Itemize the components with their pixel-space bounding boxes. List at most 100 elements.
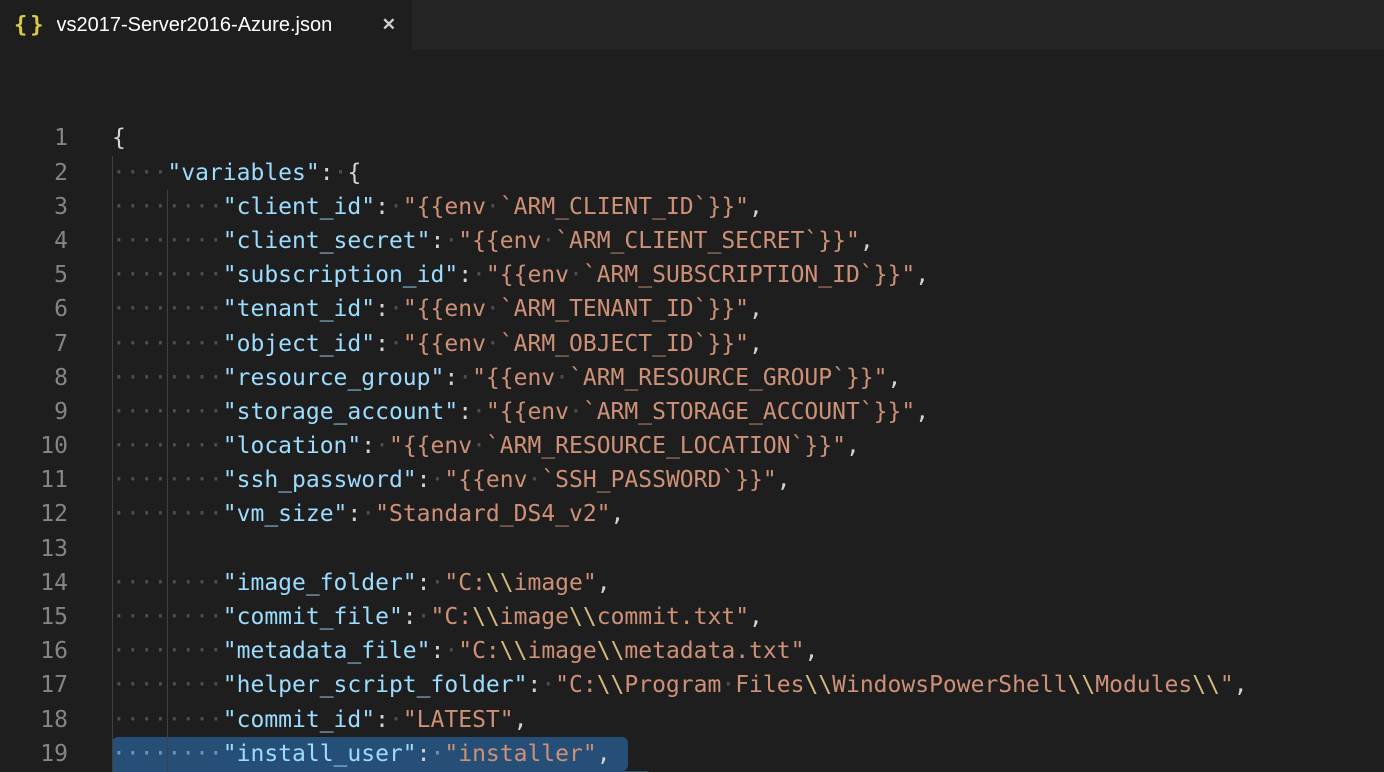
line-number[interactable]: 12 [0,497,68,531]
line-number[interactable]: 2 [0,156,68,190]
code-line[interactable]: 15········"commit_file":·"C:\\image\\com… [0,600,1384,634]
line-number[interactable]: 7 [0,327,68,361]
token-key: "install_user" [223,741,417,767]
code-content[interactable]: ········"subscription_id":·"{{env·`ARM_S… [68,258,1384,292]
token-ws: · [555,365,569,391]
code-line[interactable]: 18········"commit_id":·"LATEST", [0,703,1384,737]
token-str: "C: [431,604,473,630]
line-number[interactable]: 11 [0,463,68,497]
line-number[interactable]: 6 [0,292,68,326]
token-str: "{{env [472,365,555,391]
token-ws: ········ [112,296,223,322]
token-p: : [361,433,375,459]
token-str: "installer" [444,741,596,767]
code-content[interactable]: ········"client_secret":·"{{env·`ARM_CLI… [68,224,1384,258]
line-number[interactable]: 1 [0,121,68,155]
code-content[interactable]: ········"ssh_password":·"{{env·`SSH_PASS… [68,463,1384,497]
code-content[interactable]: ········"commit_file":·"C:\\image\\commi… [68,600,1384,634]
tab-bar: {} vs2017-Server2016-Azure.json ✕ [0,0,1384,50]
token-p: , [749,194,763,220]
code-line[interactable]: 19 ········"install_user":·"installer", [0,737,1384,771]
code-line[interactable]: 17········"helper_script_folder":·"C:\\P… [0,668,1384,702]
token-ws: · [458,365,472,391]
code-content[interactable]: ········"location":·"{{env·`ARM_RESOURCE… [68,429,1384,463]
token-p: : [375,296,389,322]
code-line[interactable]: 2····"variables":·{ [0,156,1384,190]
code-line[interactable]: 6········"tenant_id":·"{{env·`ARM_TENANT… [0,292,1384,326]
token-p: , [611,501,625,527]
token-str: "{{env [458,228,541,254]
token-ws: · [361,501,375,527]
token-str: " [1220,672,1234,698]
code-content[interactable]: ········"storage_account":·"{{env·`ARM_S… [68,395,1384,429]
code-line[interactable]: 16········"metadata_file":·"C:\\image\\m… [0,634,1384,668]
code-content[interactable]: { [68,121,1384,155]
token-str: Files [735,672,804,698]
token-p: : [444,365,458,391]
line-number[interactable]: 9 [0,395,68,429]
indent-guide [167,532,168,566]
code-line[interactable]: 4········"client_secret":·"{{env·`ARM_CL… [0,224,1384,258]
code-content[interactable]: ········"client_id":·"{{env·`ARM_CLIENT_… [68,190,1384,224]
code-content[interactable]: ········"object_id":·"{{env·`ARM_OBJECT_… [68,327,1384,361]
line-number[interactable]: 3 [0,190,68,224]
token-ws: ········ [112,467,223,493]
token-p: : [347,501,361,527]
code-content[interactable]: ········"tenant_id":·"{{env·`ARM_TENANT_… [68,292,1384,326]
code-line[interactable]: 9 ········"storage_account":·"{{env·`ARM_… [0,395,1384,429]
token-str: WindowsPowerShell [832,672,1067,698]
token-p: , [749,296,763,322]
code-content[interactable] [68,532,1384,566]
line-number[interactable]: 10 [0,429,68,463]
tab-file[interactable]: {} vs2017-Server2016-Azure.json ✕ [0,0,412,50]
token-ws: ········ [112,331,223,357]
token-key: "tenant_id" [223,296,375,322]
token-ws: · [417,604,431,630]
code-content[interactable]: ········"install_user":·"installer", [68,737,1384,771]
code-line[interactable]: 8········"resource_group":·"{{env·`ARM_R… [0,361,1384,395]
line-number[interactable]: 18 [0,703,68,737]
token-esc: \\ [486,570,514,596]
line-number[interactable]: 13 [0,532,68,566]
token-str: "{{env [444,467,527,493]
token-str: image [500,604,569,630]
code-line[interactable]: 12········"vm_size":·"Standard_DS4_v2", [0,497,1384,531]
code-line[interactable]: 13 [0,532,1384,566]
token-key: "client_id" [223,194,375,220]
json-file-icon: {} [14,13,47,38]
token-ws: · [486,331,500,357]
token-esc: \\ [804,672,832,698]
line-number[interactable]: 17 [0,668,68,702]
code-content[interactable]: ········"image_folder":·"C:\\image", [68,566,1384,600]
code-line[interactable]: 3········"client_id":·"{{env·`ARM_CLIENT… [0,190,1384,224]
code-line[interactable]: 5········"subscription_id":·"{{env·`ARM_… [0,258,1384,292]
line-number[interactable]: 5 [0,258,68,292]
code-content[interactable]: ········"commit_id":·"LATEST", [68,703,1384,737]
code-line[interactable]: 10········"location":·"{{env·`ARM_RESOUR… [0,429,1384,463]
code-text: ········"storage_account":·"{{env·`ARM_S… [112,399,929,425]
code-content[interactable]: ····"variables":·{ [68,156,1384,190]
line-number[interactable]: 16 [0,634,68,668]
code-line[interactable]: 11········"ssh_password":·"{{env·`SSH_PA… [0,463,1384,497]
code-content[interactable]: ········"metadata_file":·"C:\\image\\met… [68,634,1384,668]
token-key: "client_secret" [223,228,431,254]
code-editor[interactable]: 1{2····"variables":·{3········"client_id… [0,50,1384,772]
code-content[interactable]: ········"helper_script_folder":·"C:\\Pro… [68,668,1384,702]
code-content[interactable]: ········"vm_size":·"Standard_DS4_v2", [68,497,1384,531]
code-text: ········"install_user":·"installer", [112,741,611,767]
line-number[interactable]: 14 [0,566,68,600]
close-tab-icon[interactable]: ✕ [382,15,396,35]
line-number[interactable]: 15 [0,600,68,634]
token-key: "ssh_password" [223,467,417,493]
tab-filename: vs2017-Server2016-Azure.json [57,14,372,37]
token-ws: ········ [112,604,223,630]
code-line[interactable]: 1{ [0,121,1384,155]
code-line[interactable]: 14········"image_folder":·"C:\\image", [0,566,1384,600]
line-number[interactable]: 19 [0,737,68,771]
line-number[interactable]: 8 [0,361,68,395]
line-number[interactable]: 4 [0,224,68,258]
code-line[interactable]: 7········"object_id":·"{{env·`ARM_OBJECT… [0,327,1384,361]
token-ws: · [334,160,348,186]
code-content[interactable]: ········"resource_group":·"{{env·`ARM_RE… [68,361,1384,395]
token-p: , [846,433,860,459]
